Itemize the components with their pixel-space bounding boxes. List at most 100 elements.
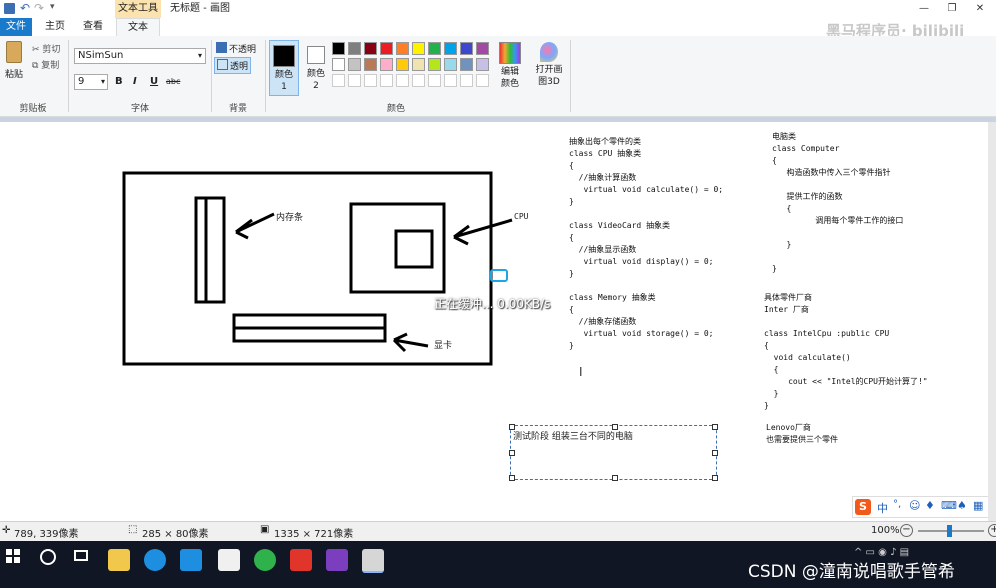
palette-swatch[interactable] <box>444 58 457 71</box>
text-box[interactable]: 测试阶段 组装三台不同的电脑 <box>509 424 718 481</box>
zoom-level: 100% <box>871 525 900 536</box>
palette-swatch[interactable] <box>348 58 361 71</box>
palette-swatch[interactable] <box>380 58 393 71</box>
palette-swatch[interactable] <box>396 74 409 87</box>
scissors-icon: ✂ <box>32 45 43 55</box>
resize-handle[interactable] <box>509 475 515 481</box>
palette-swatch[interactable] <box>412 58 425 71</box>
minimize-button[interactable]: — <box>910 0 938 18</box>
computer-class-text: 电脑类 class Computer { 构造函数中传入三个零件指针 提供工作的… <box>772 132 904 273</box>
toolbox-icon: ▦ <box>973 499 984 512</box>
undo-icon[interactable]: ↶ <box>20 1 30 15</box>
palette-swatch[interactable] <box>476 74 489 87</box>
resize-handle[interactable] <box>712 475 718 481</box>
selection-icon: ⬚ <box>128 524 138 535</box>
resize-handle[interactable] <box>612 424 618 430</box>
palette-swatch[interactable] <box>428 58 441 71</box>
edit-colors-button[interactable]: 编辑颜色 <box>498 42 522 90</box>
palette-swatch[interactable] <box>476 58 489 71</box>
tab-text[interactable]: 文本 <box>116 18 160 38</box>
redo-icon[interactable]: ↷ <box>34 1 44 15</box>
colors-group-label: 颜色 <box>386 104 405 114</box>
paint-icon[interactable] <box>362 549 384 573</box>
palette-swatch[interactable] <box>364 74 377 87</box>
resize-handle[interactable] <box>712 450 718 456</box>
resize-handle[interactable] <box>509 450 515 456</box>
memory-label: 内存条 <box>276 213 304 223</box>
resize-handle[interactable] <box>509 424 515 430</box>
palette-swatch[interactable] <box>444 42 457 55</box>
visual-studio-icon[interactable] <box>326 549 348 571</box>
typora-icon[interactable] <box>218 549 240 571</box>
bold-button[interactable]: B <box>115 76 123 87</box>
qat-dropdown-icon[interactable]: ▾ <box>50 2 55 12</box>
palette-swatch[interactable] <box>332 58 345 71</box>
palette-swatch[interactable] <box>348 42 361 55</box>
paint3d-button[interactable]: 打开画图3D <box>532 42 566 88</box>
underline-button[interactable]: U <box>150 76 158 87</box>
xmind-icon[interactable] <box>290 549 312 571</box>
zoom-in-button[interactable]: + <box>988 524 996 537</box>
palette-swatch[interactable] <box>364 42 377 55</box>
palette-swatch[interactable] <box>348 74 361 87</box>
green-app-icon[interactable] <box>254 549 276 571</box>
cursor-position-icon: ✛ <box>2 525 11 536</box>
palette-swatch[interactable] <box>444 74 457 87</box>
keyboard-icon: ⌨ <box>941 499 957 512</box>
browser-icon[interactable] <box>144 549 166 571</box>
font-size-select[interactable]: 9 ▾ <box>74 74 108 90</box>
contextual-tab-header: 文本工具 <box>115 0 161 18</box>
resize-handle[interactable] <box>612 475 618 481</box>
zoom-slider-thumb[interactable] <box>947 525 952 537</box>
tab-home[interactable]: 主页 <box>38 18 72 36</box>
task-view-icon[interactable] <box>74 550 88 561</box>
buffering-overlay: 正在缓冲... 0.00KB/s <box>434 297 551 311</box>
emoji-icon: ☺ <box>909 499 921 512</box>
color-palette <box>332 42 502 92</box>
palette-swatch[interactable] <box>476 42 489 55</box>
palette-swatch[interactable] <box>396 42 409 55</box>
font-family-select[interactable]: NSimSun ▾ <box>74 48 206 64</box>
palette-swatch[interactable] <box>460 42 473 55</box>
palette-swatch[interactable] <box>332 42 345 55</box>
window-title: 无标题 - 画图 <box>170 3 230 14</box>
start-windows-icon[interactable] <box>6 549 20 563</box>
resize-handle[interactable] <box>712 424 718 430</box>
palette-swatch[interactable] <box>460 58 473 71</box>
clipboard-group-label: 剪贴板 <box>19 104 47 114</box>
vertical-scrollbar[interactable] <box>988 122 996 521</box>
tab-view[interactable]: 查看 <box>76 18 110 36</box>
palette-swatch[interactable] <box>364 58 377 71</box>
palette-swatch[interactable] <box>412 74 425 87</box>
palette-swatch[interactable] <box>380 74 393 87</box>
palette-swatch[interactable] <box>380 42 393 55</box>
search-icon[interactable] <box>40 549 56 565</box>
close-button[interactable]: ✕ <box>966 0 994 18</box>
palette-swatch[interactable] <box>412 42 425 55</box>
strikethrough-button[interactable]: abc <box>166 77 180 86</box>
opaque-option[interactable]: 不透明 <box>216 42 256 55</box>
tab-file[interactable]: 文件 <box>0 18 32 36</box>
palette-swatch[interactable] <box>332 74 345 87</box>
zoom-out-button[interactable]: − <box>900 524 913 537</box>
csdn-watermark: CSDN @潼南说唱歌手管希 <box>748 562 955 582</box>
ime-toolbar[interactable]: S 中 °, ☺ ♦ ⌨ ♠ ▦ <box>852 496 990 518</box>
palette-swatch[interactable] <box>428 42 441 55</box>
paste-button[interactable]: 粘贴 <box>3 41 25 81</box>
color1-button[interactable]: 颜色1 <box>269 40 299 96</box>
palette-swatch[interactable] <box>396 58 409 71</box>
color2-button[interactable]: 颜色2 <box>302 40 330 96</box>
cut-button[interactable]: ✂ 剪切 <box>32 42 60 55</box>
file-explorer-icon[interactable] <box>108 549 130 571</box>
palette-swatch[interactable] <box>460 74 473 87</box>
chat-app-icon[interactable] <box>180 549 202 571</box>
tv-icon <box>490 269 508 282</box>
italic-button[interactable]: I <box>133 76 137 87</box>
palette-swatch[interactable] <box>428 74 441 87</box>
save-icon[interactable] <box>4 3 15 14</box>
maximize-button[interactable]: ❐ <box>938 0 966 18</box>
color2-swatch <box>307 46 325 64</box>
copy-button[interactable]: ⧉ 复制 <box>32 58 59 71</box>
transparent-option[interactable]: 透明 <box>214 57 252 74</box>
drawing-canvas[interactable]: 内存条 CPU 显卡 正在缓冲... 0.00KB/s 抽象出每个零件的类 cl… <box>0 122 990 521</box>
